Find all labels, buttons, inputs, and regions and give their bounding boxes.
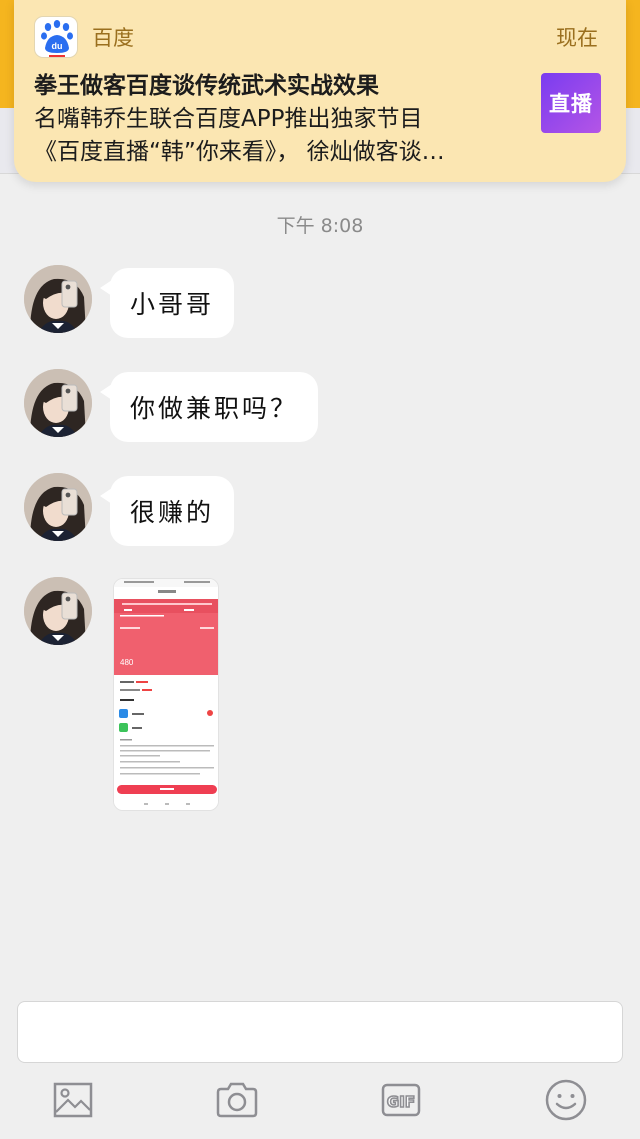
avatar[interactable] <box>24 369 92 437</box>
message-text: 小哥哥 <box>130 290 215 319</box>
notification-body-line1: 名嘴韩乔生联合百度APP推出独家节目 <box>34 106 423 132</box>
message-bubble[interactable]: 小哥哥 <box>99 268 235 338</box>
emoji-icon[interactable] <box>543 1077 589 1123</box>
message-bubble[interactable]: 你做兼职吗？ <box>99 372 319 442</box>
camera-icon[interactable] <box>214 1077 260 1123</box>
message-text: 很赚的 <box>130 498 215 527</box>
svg-text:du: du <box>52 41 63 51</box>
svg-text:480: 480 <box>120 658 134 667</box>
chat-timestamp: 下午 8:08 <box>276 215 364 237</box>
notification-body-line2: 《百度直播“韩”你来看》， 徐灿做客谈… <box>34 139 445 165</box>
gif-icon[interactable]: GIF <box>378 1077 424 1123</box>
notification-thumbnail: 直播 <box>541 73 601 133</box>
avatar[interactable] <box>24 473 92 541</box>
image-icon[interactable] <box>50 1077 96 1123</box>
screenshot-thumbnail: 480 <box>114 579 218 810</box>
notification-title: 拳王做客百度谈传统武术实战效果 <box>34 73 379 99</box>
avatar[interactable] <box>24 577 92 645</box>
notification-app-name: 百度 <box>92 26 134 50</box>
baidu-app-icon: du <box>34 16 78 58</box>
image-message[interactable]: 480 <box>113 578 219 811</box>
avatar-image <box>24 369 92 437</box>
message-bubble[interactable]: 很赚的 <box>99 476 235 546</box>
push-notification[interactable]: du 百度 现在 拳王做客百度谈传统武术实战效果 名嘴韩乔生联合百度APP推出独… <box>14 0 626 182</box>
message-text: 你做兼职吗？ <box>130 394 299 423</box>
message-input[interactable] <box>17 1001 623 1063</box>
avatar-image <box>24 265 92 333</box>
notification-time: 现在 <box>556 26 598 50</box>
avatar[interactable] <box>24 265 92 333</box>
avatar-image <box>24 577 92 645</box>
avatar-image <box>24 473 92 541</box>
svg-text:GIF: GIF <box>387 1093 415 1111</box>
